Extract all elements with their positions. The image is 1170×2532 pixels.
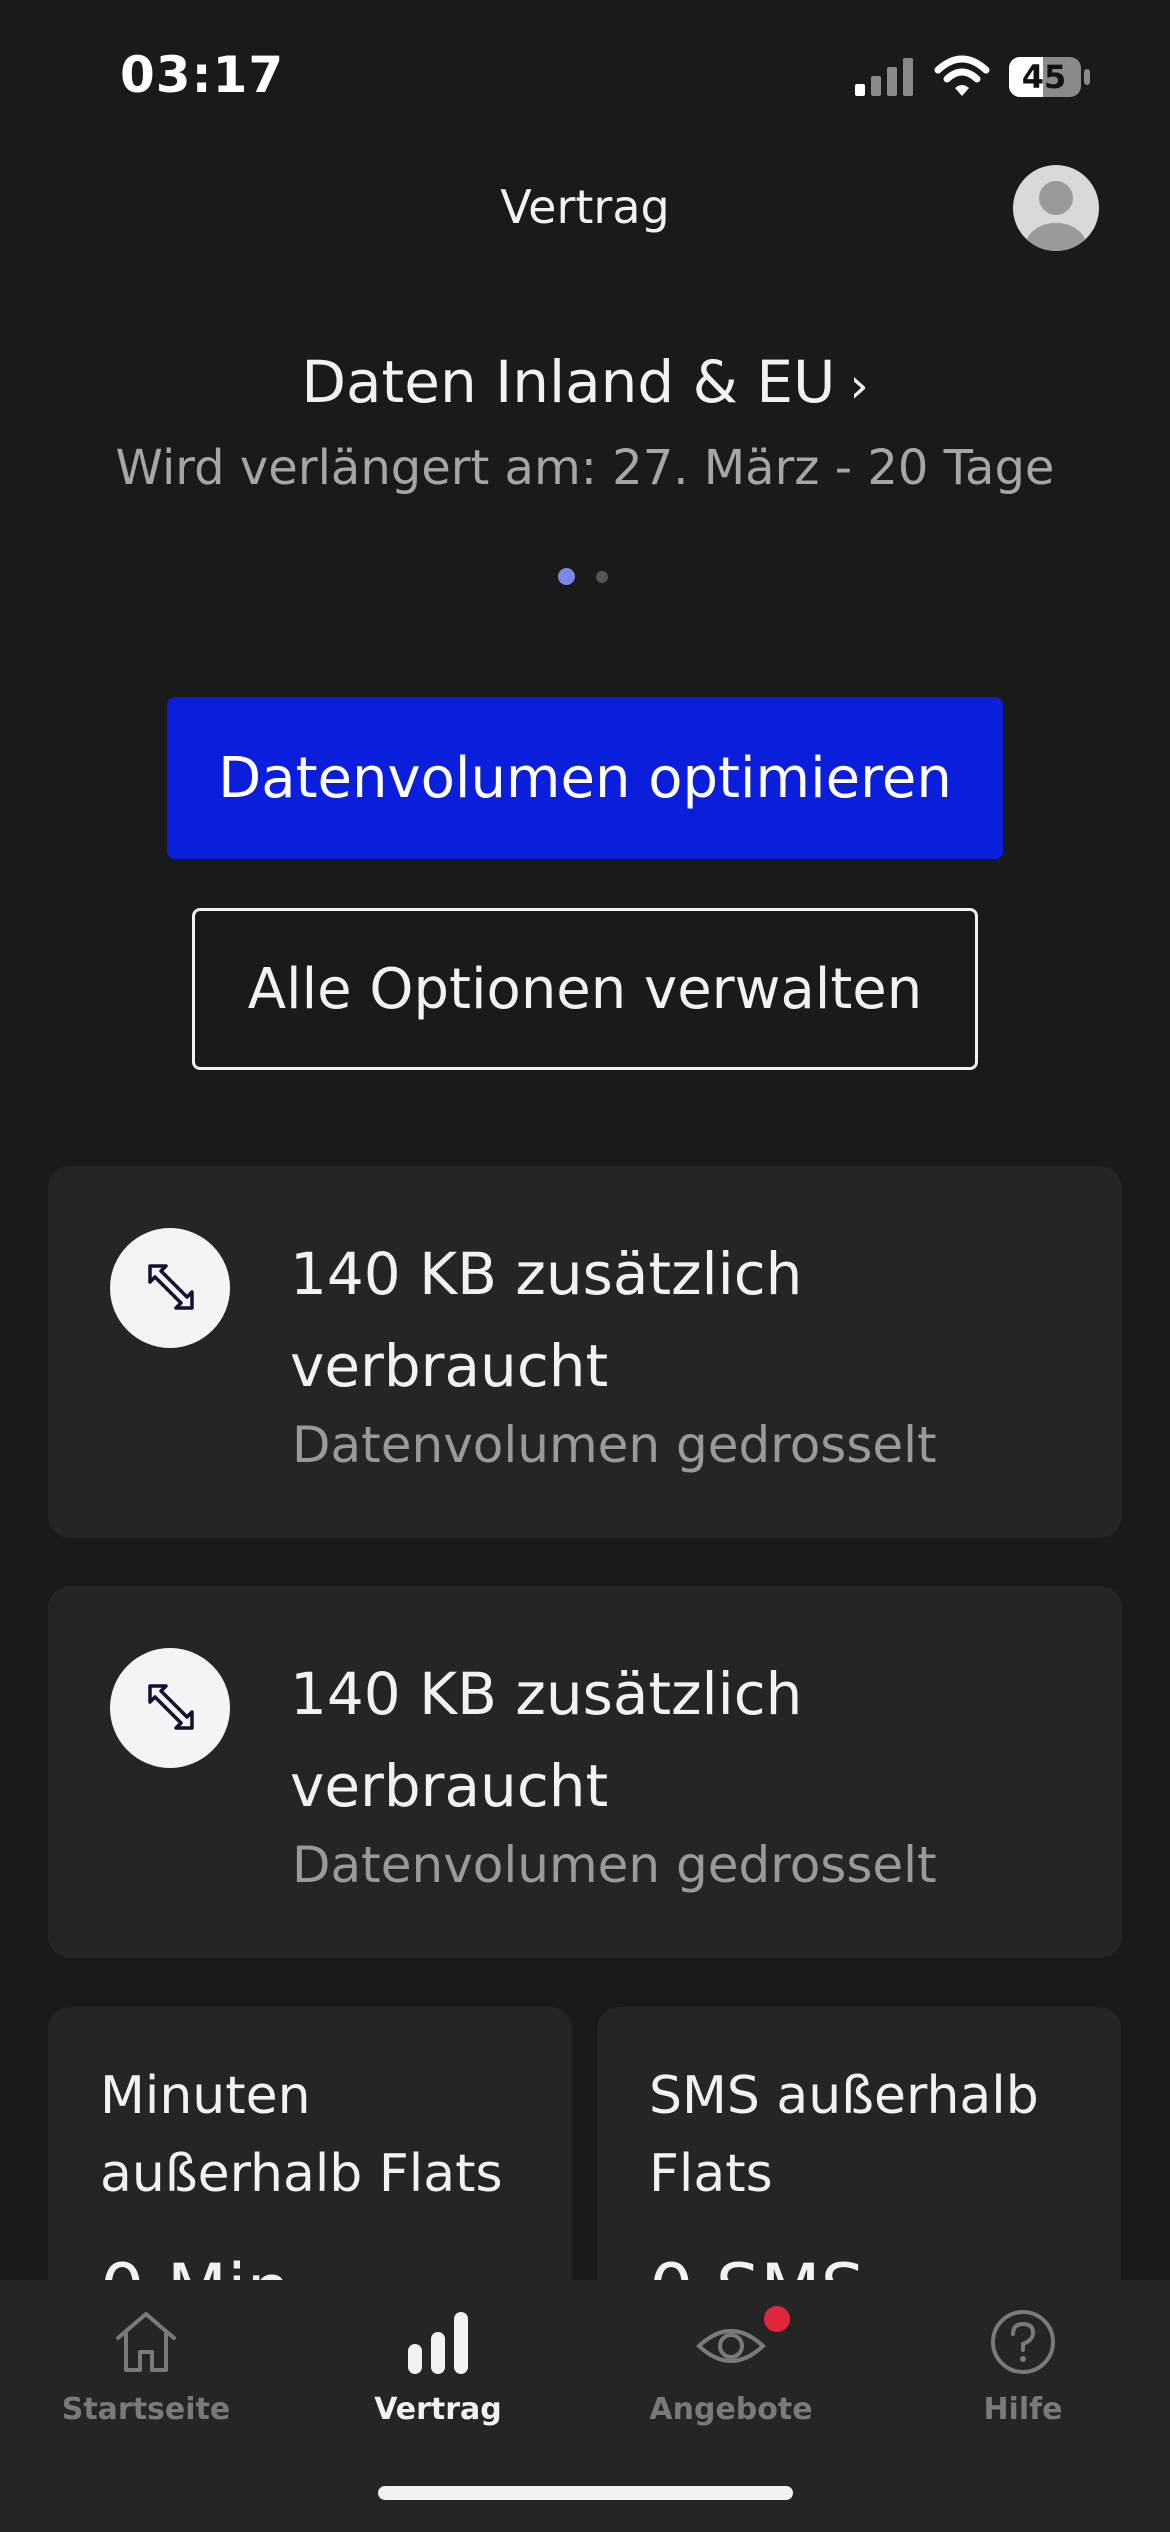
pager-dot-active[interactable] [558, 568, 575, 585]
person-icon [1026, 181, 1086, 251]
notification-badge [764, 2306, 790, 2332]
tab-angebote[interactable]: Angebote [585, 2302, 877, 2427]
usage-card-subtitle: Datenvolumen gedrosselt [292, 1416, 937, 1474]
profile-avatar-button[interactable] [1013, 165, 1099, 251]
tab-vertrag[interactable]: Vertrag [292, 2302, 584, 2427]
tab-label: Hilfe [983, 2392, 1063, 2427]
usage-card-subtitle: Datenvolumen gedrosselt [292, 1836, 937, 1894]
tab-hilfe[interactable]: Hilfe [877, 2302, 1169, 2427]
minutes-summary-card[interactable]: Minuten außerhalb Flats 0 Min [48, 2007, 572, 2331]
summary-card-title: SMS außerhalb Flats [649, 2066, 1039, 2204]
pager-dot[interactable] [596, 571, 608, 583]
tab-startseite[interactable]: Startseite [0, 2302, 292, 2427]
data-transfer-arrows-icon [110, 1228, 230, 1348]
tab-label: Startseite [61, 2392, 231, 2427]
help-icon [991, 2310, 1055, 2374]
manage-options-button[interactable]: Alle Optionen verwalten [192, 908, 978, 1070]
plan-title: Daten Inland & EU [301, 348, 836, 416]
wifi-icon [934, 55, 990, 96]
bar-chart-icon [408, 2312, 468, 2374]
usage-card-title: 140 KB zusätzlich verbraucht [290, 1240, 803, 1400]
chevron-right-icon: › [849, 358, 869, 414]
data-transfer-arrows-icon [110, 1648, 230, 1768]
summary-card-title: Minuten außerhalb Flats [100, 2066, 503, 2204]
page-title: Vertrag [500, 180, 670, 234]
status-time: 03:17 [120, 46, 285, 104]
usage-card[interactable]: 140 KB zusätzlich verbraucht Datenvolume… [48, 1586, 1122, 1958]
usage-card-title: 140 KB zusätzlich verbraucht [290, 1660, 803, 1820]
cellular-signal-icon [855, 58, 913, 96]
battery-indicator: 45 [1008, 56, 1092, 98]
home-icon [116, 2312, 176, 2372]
plan-title-link[interactable]: Daten Inland & EU › [0, 348, 1170, 416]
tab-label: Vertrag [374, 2392, 502, 2427]
plan-renewal-text: Wird verlängert am: 27. März - 20 Tage [115, 440, 1055, 496]
optimize-data-button[interactable]: Datenvolumen optimieren [167, 697, 1003, 859]
home-indicator[interactable] [378, 2486, 793, 2500]
bottom-tab-bar: Startseite Vertrag Angebote Hilfe [0, 2280, 1170, 2532]
sms-summary-card[interactable]: SMS außerhalb Flats 0 SMS [597, 2007, 1121, 2331]
tab-label: Angebote [649, 2392, 813, 2427]
battery-level: 45 [1021, 58, 1067, 96]
usage-card[interactable]: 140 KB zusätzlich verbraucht Datenvolume… [48, 1166, 1122, 1538]
eye-icon [696, 2329, 766, 2363]
